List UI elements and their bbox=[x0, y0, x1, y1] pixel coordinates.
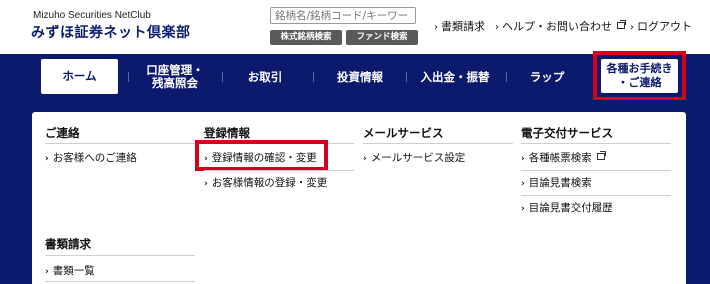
mail-divider bbox=[363, 143, 513, 144]
chevron-right-icon: › bbox=[630, 22, 634, 33]
nav-invest-info[interactable]: 投資情報 bbox=[320, 54, 400, 100]
nav-wrap[interactable]: ラップ bbox=[512, 54, 582, 100]
nav-account-line2: 残高照会 bbox=[152, 76, 198, 90]
edelivery-item-divider bbox=[521, 195, 671, 196]
chevron-right-icon: › bbox=[434, 22, 438, 33]
nav-divider bbox=[313, 72, 314, 82]
nav-divider bbox=[128, 72, 129, 82]
documents-divider bbox=[45, 255, 195, 256]
chevron-right-icon: › bbox=[363, 154, 367, 164]
chevron-right-icon: › bbox=[45, 154, 49, 164]
chevron-right-icon: › bbox=[204, 179, 208, 189]
fund-search-button[interactable]: ファンド検索 bbox=[346, 30, 418, 45]
edelivery-divider bbox=[521, 143, 671, 144]
menu-item-customer-info-register[interactable]: › お客様情報の登録・変更 bbox=[204, 175, 327, 190]
menu-item-report-search[interactable]: › 各種帳票検索 bbox=[521, 150, 606, 165]
edelivery-item-divider bbox=[521, 170, 671, 171]
menu-item-label: お客様情報の登録・変更 bbox=[211, 177, 328, 189]
nav-procedures[interactable]: 各種お手続き ・ご連絡 bbox=[601, 59, 678, 93]
menu-item-label: メールサービス設定 bbox=[370, 152, 466, 164]
logout-link-label: ログアウト bbox=[637, 20, 692, 33]
help-link-label: ヘルプ・お問い合わせ bbox=[502, 20, 612, 33]
registration-item-divider bbox=[204, 170, 354, 171]
nav-divider bbox=[406, 72, 407, 82]
contact-divider bbox=[45, 143, 195, 144]
nav-trade[interactable]: お取引 bbox=[230, 54, 300, 100]
stock-search-button[interactable]: 株式銘柄検索 bbox=[270, 30, 342, 45]
edelivery-heading: 電子交付サービス bbox=[521, 126, 613, 140]
contact-heading: ご連絡 bbox=[45, 126, 80, 140]
search-input[interactable] bbox=[270, 7, 416, 24]
chevron-right-icon: › bbox=[495, 22, 499, 33]
menu-item-mail-settings[interactable]: › メールサービス設定 bbox=[363, 150, 465, 165]
menu-item-prospectus-search[interactable]: › 目論見書検索 bbox=[521, 175, 592, 190]
logo-english[interactable]: Mizuho Securities NetClub bbox=[33, 10, 151, 21]
chevron-right-icon: › bbox=[521, 154, 525, 164]
menu-item-prospectus-history[interactable]: › 目論見書交付履歴 bbox=[521, 200, 613, 215]
menu-item-label: 目論見書検索 bbox=[528, 177, 592, 189]
nav-home[interactable]: ホーム bbox=[41, 59, 118, 94]
menu-item-document-list[interactable]: › 書類一覧 bbox=[45, 263, 95, 278]
registration-heading: 登録情報 bbox=[204, 126, 250, 140]
menu-item-registration-confirm[interactable]: › 登録情報の確認・変更 bbox=[204, 150, 317, 165]
chevron-right-icon: › bbox=[521, 179, 525, 189]
nav-divider bbox=[222, 72, 223, 82]
logout-link[interactable]: › ログアウト bbox=[630, 18, 692, 34]
menu-item-customer-notice[interactable]: › お客様へのご連絡 bbox=[45, 150, 137, 165]
menu-item-label: 目論見書交付履歴 bbox=[528, 202, 613, 214]
mail-heading: メールサービス bbox=[363, 126, 444, 140]
documents-link[interactable]: › 書類請求 bbox=[434, 18, 485, 34]
nav-deposit[interactable]: 入出金・振替 bbox=[410, 54, 500, 100]
documents-item-divider bbox=[45, 281, 195, 282]
menu-item-label: 登録情報の確認・変更 bbox=[211, 152, 317, 164]
nav-procedures-line2: ・ご連絡 bbox=[617, 76, 662, 89]
menu-item-label: 各種帳票検索 bbox=[528, 152, 592, 164]
chevron-right-icon: › bbox=[204, 154, 208, 164]
menu-item-label: 書類一覧 bbox=[52, 265, 95, 277]
help-link[interactable]: › ヘルプ・お問い合わせ bbox=[495, 18, 626, 34]
nav-procedures-line1: 各種お手続き bbox=[606, 62, 673, 75]
logo-japanese[interactable]: みずほ証券ネット倶楽部 bbox=[31, 22, 191, 42]
external-window-icon bbox=[596, 151, 606, 160]
nav-account[interactable]: 口座管理・ 残高照会 bbox=[135, 54, 215, 100]
menu-item-label: お客様へのご連絡 bbox=[52, 152, 137, 164]
external-window-icon bbox=[617, 20, 626, 29]
chevron-right-icon: › bbox=[45, 267, 49, 277]
documents-heading: 書類請求 bbox=[45, 237, 91, 251]
nav-divider bbox=[506, 72, 507, 82]
chevron-right-icon: › bbox=[521, 204, 525, 214]
documents-link-label: 書類請求 bbox=[441, 20, 485, 33]
